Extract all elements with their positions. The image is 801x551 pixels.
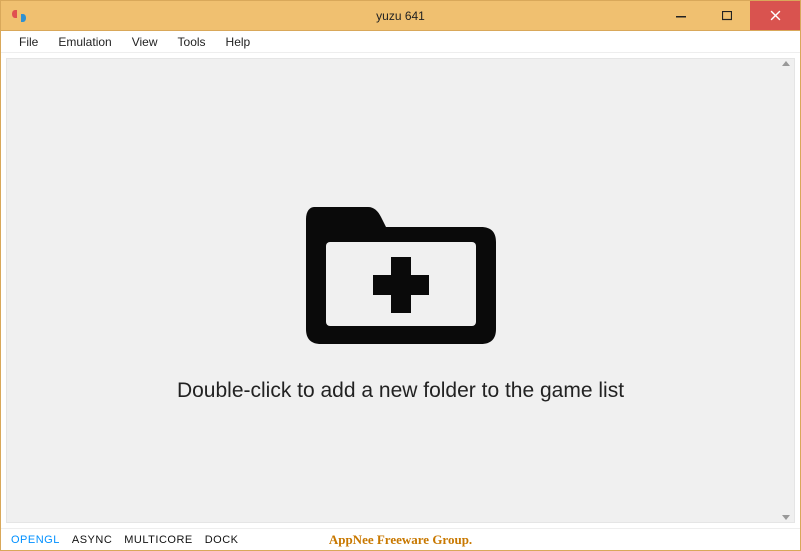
menu-emulation[interactable]: Emulation (48, 33, 121, 51)
add-folder-hint: Double-click to add a new folder to the … (177, 379, 624, 403)
menu-file[interactable]: File (9, 33, 48, 51)
scroll-up-icon[interactable] (782, 61, 790, 66)
minimize-button[interactable] (658, 1, 704, 30)
scroll-down-icon[interactable] (782, 515, 790, 520)
watermark-text: AppNee Freeware Group. (329, 532, 472, 548)
menu-view[interactable]: View (122, 33, 168, 51)
status-multicore[interactable]: MULTICORE (124, 534, 192, 546)
status-dock[interactable]: DOCK (205, 534, 239, 546)
maximize-button[interactable] (704, 1, 750, 30)
game-list-area[interactable]: Double-click to add a new folder to the … (6, 58, 795, 523)
menubar: File Emulation View Tools Help (1, 31, 800, 53)
titlebar[interactable]: yuzu 641 (1, 1, 800, 31)
add-folder-icon (296, 179, 506, 359)
menu-help[interactable]: Help (216, 33, 261, 51)
status-renderer[interactable]: OPENGL (11, 534, 60, 546)
menu-tools[interactable]: Tools (168, 33, 216, 51)
statusbar: OPENGL ASYNC MULTICORE DOCK AppNee Freew… (1, 528, 800, 550)
app-icon (9, 6, 29, 26)
app-window: yuzu 641 File Emulation View Tools Help (0, 0, 801, 551)
window-title: yuzu 641 (376, 9, 425, 23)
window-controls (658, 1, 800, 30)
status-async[interactable]: ASYNC (72, 534, 112, 546)
vertical-scrollbar[interactable] (780, 61, 792, 520)
close-button[interactable] (750, 1, 800, 30)
